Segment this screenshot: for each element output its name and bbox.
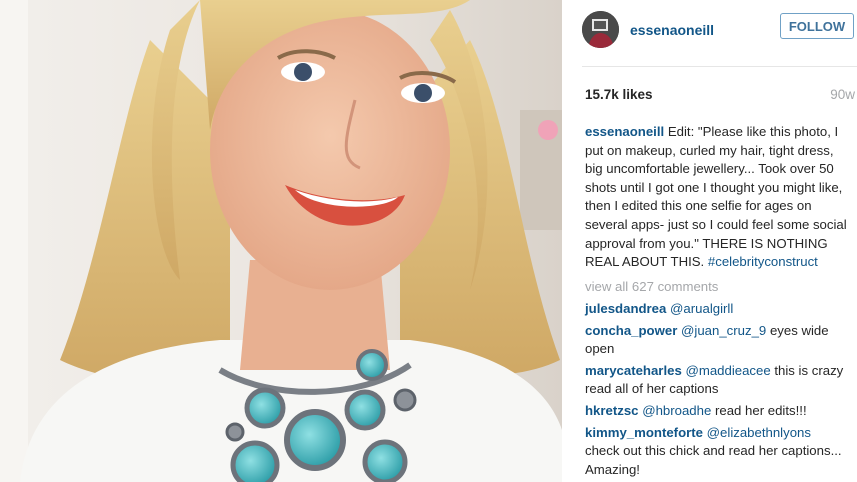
comment-item: hkretzsc @hbroadhe read her edits!!! [585,402,847,421]
comment-mention[interactable]: @juan_cruz_9 [681,323,766,338]
comment-item: julesdandrea @arualgirll [585,300,847,319]
avatar-icon [582,11,619,48]
post-photo[interactable] [0,0,562,482]
comment-username[interactable]: hkretzsc [585,403,639,418]
comment-mention[interactable]: @arualgirll [670,301,733,316]
comments-list: julesdandrea @arualgirll concha_power @j… [585,300,847,482]
caption-text: Edit: "Please like this photo, I put on … [585,124,847,270]
comment-item: marycateharles @maddieacee this is crazy… [585,362,847,399]
comment-username[interactable]: julesdandrea [585,301,666,316]
caption-hashtag[interactable]: #celebrityconstruct [708,254,818,269]
post-panel: essenaoneill FOLLOW 15.7k likes 90w esse… [562,0,857,482]
likes-count[interactable]: 15.7k likes [585,87,653,102]
post-caption: essenaoneill Edit: "Please like this pho… [585,123,847,272]
post-time: 90w [830,87,855,102]
selfie-image [0,0,562,482]
comment-item: concha_power @juan_cruz_9 eyes wide open [585,322,847,359]
comment-username[interactable]: marycateharles [585,363,682,378]
view-all-comments-link[interactable]: view all 627 comments [585,279,718,294]
comment-mention[interactable]: @hbroadhe [642,403,711,418]
comment-mention[interactable]: @maddieacee [685,363,770,378]
caption-username[interactable]: essenaoneill [585,124,664,139]
post-header: essenaoneill FOLLOW [582,11,854,49]
comment-text: check out this chick and read her captio… [585,443,842,477]
divider [582,66,857,67]
comment-item: kimmy_monteforte @elizabethnlyons check … [585,424,847,480]
post-username[interactable]: essenaoneill [630,22,714,38]
comment-mention[interactable]: @elizabethnlyons [707,425,811,440]
comment-username[interactable]: concha_power [585,323,677,338]
comment-text: read her edits!!! [714,402,807,418]
follow-button[interactable]: FOLLOW [780,13,854,39]
avatar[interactable] [582,11,619,48]
comment-username[interactable]: kimmy_monteforte [585,425,703,440]
